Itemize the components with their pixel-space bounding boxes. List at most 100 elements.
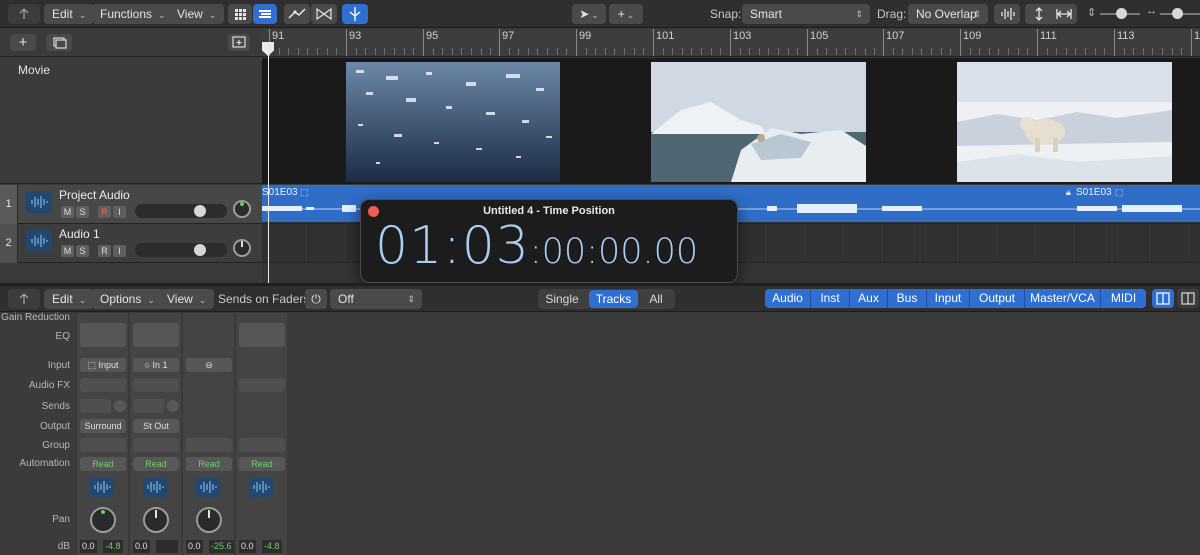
send-slot[interactable]: [80, 399, 111, 413]
group-slot[interactable]: [133, 438, 179, 452]
input-monitor-button[interactable]: I: [113, 206, 126, 218]
group-slot[interactable]: [239, 438, 285, 452]
zoom-fit-buttons[interactable]: [1025, 4, 1077, 24]
view-mode-tracks[interactable]: Tracks: [589, 290, 638, 308]
send-slot[interactable]: [133, 399, 164, 413]
global-tracks-button[interactable]: [228, 34, 250, 51]
automation-slot[interactable]: Read: [133, 457, 179, 471]
edit-menu[interactable]: Edit ⌄: [44, 4, 95, 24]
track-list-empty-area[interactable]: [0, 263, 262, 283]
automation-slot[interactable]: Read: [186, 457, 232, 471]
filter-midi[interactable]: MIDI: [1101, 289, 1146, 308]
record-enable-button[interactable]: R: [98, 245, 111, 257]
functions-menu[interactable]: Functions ⌄: [92, 4, 174, 24]
group-slot[interactable]: [80, 438, 126, 452]
audio-fx-slot[interactable]: [80, 378, 126, 392]
pointer-tool-menu[interactable]: ➤ ⌄: [572, 4, 606, 24]
back-icon[interactable]: [8, 4, 40, 24]
volume-fader[interactable]: [135, 243, 227, 257]
channel-strip-1[interactable]: ⬚ Input Surround Read 0.0 -4.8: [76, 313, 128, 555]
peak-readout[interactable]: [156, 540, 178, 553]
volume-readout[interactable]: 0.0: [239, 540, 256, 553]
solo-button[interactable]: S: [76, 206, 89, 218]
audio-fx-slot[interactable]: [239, 378, 285, 392]
send-level-knob[interactable]: [114, 400, 126, 412]
input-slot[interactable]: ○ In 1: [133, 358, 179, 372]
automation-slot[interactable]: Read: [80, 457, 126, 471]
catch-playhead-button[interactable]: [342, 4, 368, 24]
view-mode-all[interactable]: All: [642, 290, 670, 308]
input-slot[interactable]: ⬚ Input: [80, 358, 126, 372]
vertical-zoom-knob[interactable]: [1116, 8, 1127, 19]
filter-audio[interactable]: Audio: [765, 289, 811, 308]
drag-select[interactable]: No Overlap ⇕: [908, 4, 988, 24]
volume-fader[interactable]: [135, 204, 227, 218]
eq-thumbnail[interactable]: [80, 323, 126, 347]
waveform-zoom-button[interactable]: [994, 4, 1020, 24]
track-header-project-audio[interactable]: 1 Project Audio M S R I: [0, 185, 262, 224]
channel-strip-4[interactable]: Read 0.0 -4.8: [235, 313, 287, 555]
add-track-button[interactable]: +: [10, 34, 36, 51]
mixer-layout-alt-button[interactable]: [1177, 289, 1199, 308]
peak-readout[interactable]: -4.8: [262, 540, 282, 553]
input-slot[interactable]: ⊖: [186, 358, 232, 372]
eq-thumbnail[interactable]: [133, 323, 179, 347]
volume-fader-knob[interactable]: [194, 205, 206, 217]
automation-slot[interactable]: Read: [239, 457, 285, 471]
movie-track-header[interactable]: Movie: [0, 58, 262, 184]
pan-knob[interactable]: [233, 239, 251, 257]
grid-view-button[interactable]: [228, 4, 252, 24]
filter-bus[interactable]: Bus: [888, 289, 927, 308]
mute-button[interactable]: M: [61, 245, 74, 257]
send-level-knob[interactable]: [167, 400, 179, 412]
sends-on-faders-toggle[interactable]: ⏻: [305, 289, 327, 309]
track-name[interactable]: Audio 1: [59, 227, 100, 241]
duplicate-track-button[interactable]: [46, 34, 72, 51]
input-monitor-button[interactable]: I: [113, 245, 126, 257]
mixer-options-menu[interactable]: Options ⌄: [92, 289, 163, 309]
list-view-button[interactable]: [253, 4, 277, 24]
secondary-tool-menu[interactable]: + ⌄: [609, 4, 643, 24]
volume-readout[interactable]: 0.0: [80, 540, 97, 553]
mixer-edit-menu[interactable]: Edit ⌄: [44, 289, 95, 309]
sends-on-faders-select[interactable]: Off ⇕: [330, 289, 422, 309]
filter-input[interactable]: Input: [927, 289, 970, 308]
pan-knob[interactable]: [90, 507, 116, 533]
channel-strip-3[interactable]: ⊖ Read 0.0 -25.6: [182, 313, 234, 555]
filter-aux[interactable]: Aux: [850, 289, 888, 308]
output-slot[interactable]: Surround: [80, 419, 126, 433]
automation-button[interactable]: [284, 4, 310, 24]
mute-button[interactable]: M: [61, 206, 74, 218]
flex-button[interactable]: [311, 4, 337, 24]
volume-fader-knob[interactable]: [194, 244, 206, 256]
bar-ruler[interactable]: 91 93 95 97 99 101 103 105 107 109 111 113 115: [262, 29, 1200, 57]
filter-master-vca[interactable]: Master/VCA: [1025, 289, 1101, 308]
filter-output[interactable]: Output: [970, 289, 1025, 308]
playhead-line[interactable]: [268, 43, 269, 283]
volume-readout[interactable]: 0.0: [186, 540, 203, 553]
track-name[interactable]: Project Audio: [59, 188, 130, 202]
peak-readout[interactable]: -4.8: [103, 540, 123, 553]
mixer-view-menu[interactable]: View ⌄: [159, 289, 215, 309]
audio-fx-slot[interactable]: [133, 378, 179, 392]
eq-thumbnail[interactable]: [239, 323, 285, 347]
channel-strip-2[interactable]: ○ In 1 St Out Read 0.0: [129, 313, 181, 555]
volume-readout[interactable]: 0.0: [133, 540, 150, 553]
time-position-window[interactable]: Untitled 4 - Time Position 01:03:00:00.0…: [360, 199, 738, 283]
record-enable-button[interactable]: R: [98, 206, 111, 218]
pan-knob[interactable]: [143, 507, 169, 533]
track-header-audio-1[interactable]: 2 Audio 1 M S R I: [0, 224, 262, 263]
mixer-layout-button[interactable]: [1152, 289, 1174, 308]
peak-readout[interactable]: -25.6: [209, 540, 234, 553]
pan-knob[interactable]: [233, 200, 251, 218]
solo-button[interactable]: S: [76, 245, 89, 257]
pan-knob[interactable]: [196, 507, 222, 533]
back-icon[interactable]: [8, 289, 40, 309]
filter-inst[interactable]: Inst: [811, 289, 850, 308]
view-menu[interactable]: View ⌄: [169, 4, 225, 24]
group-slot[interactable]: [186, 438, 232, 452]
output-slot[interactable]: St Out: [133, 419, 179, 433]
snap-select[interactable]: Smart ⇕: [742, 4, 870, 24]
view-mode-single[interactable]: Single: [541, 290, 583, 308]
horizontal-zoom-knob[interactable]: [1172, 8, 1183, 19]
